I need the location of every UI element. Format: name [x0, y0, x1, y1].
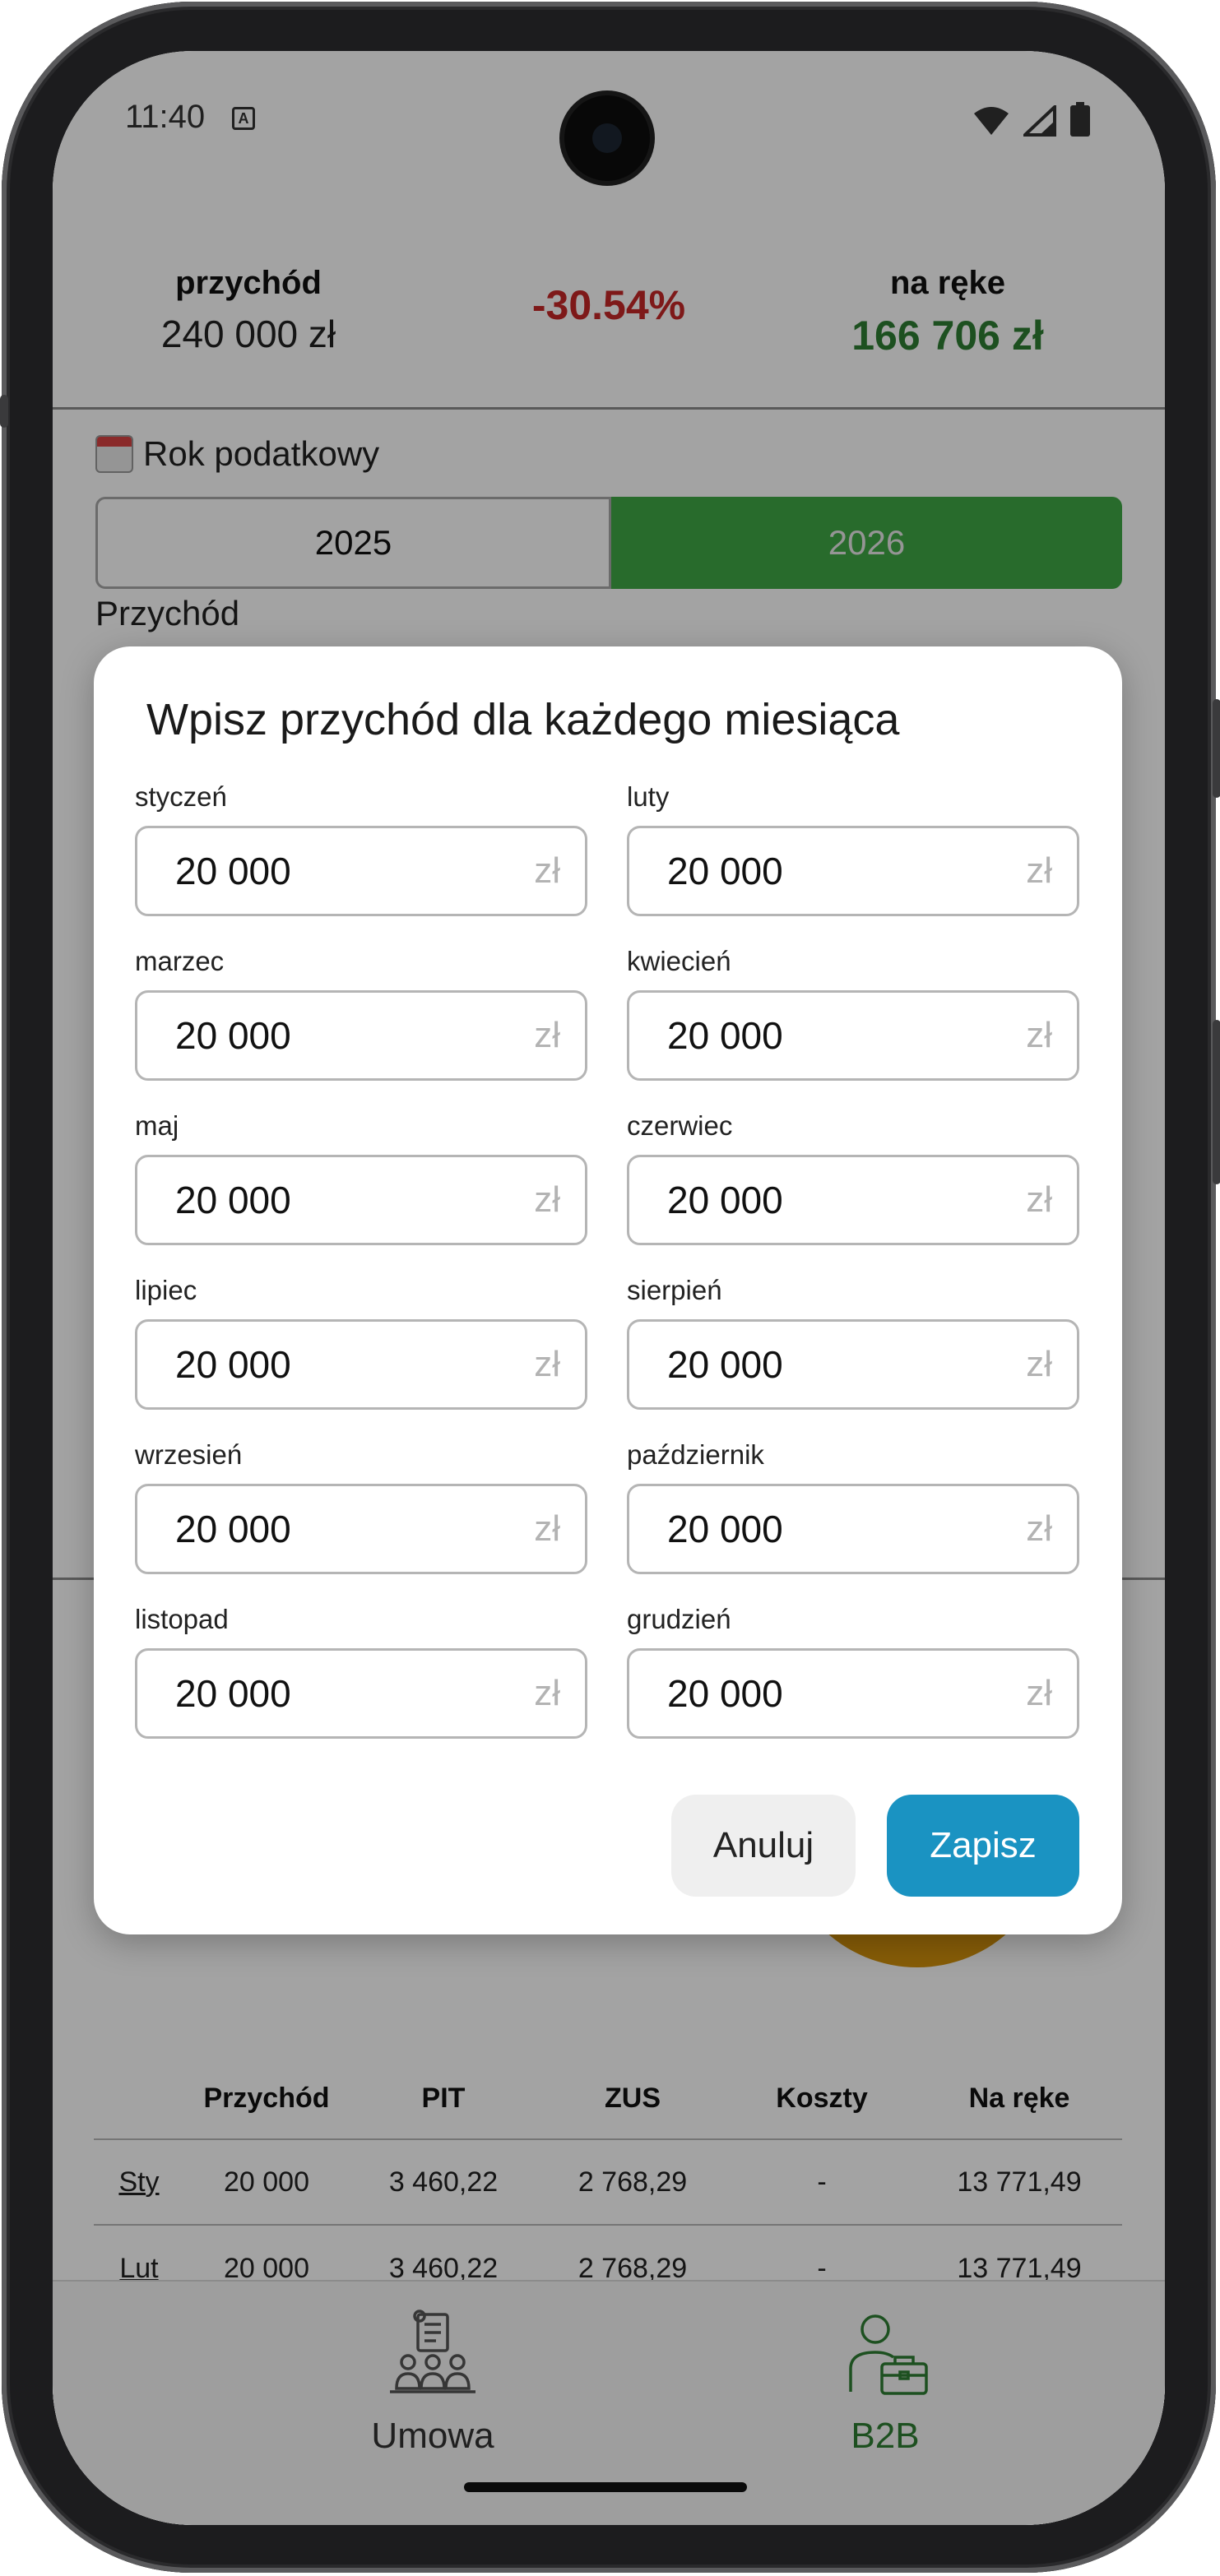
income-input-maj[interactable]: 20 000 zł	[135, 1155, 587, 1245]
field-styczen: styczeń 20 000 zł	[135, 781, 587, 916]
field-kwiecien: kwiecień 20 000 zł	[627, 946, 1079, 1081]
input-value: 20 000	[667, 1179, 783, 1221]
income-input-grudzien[interactable]: 20 000 zł	[627, 1648, 1079, 1739]
month-label: maj	[135, 1110, 179, 1141]
phone-screen: 11:40 A przychód 240 000 zł -30.54% na r…	[53, 51, 1165, 2525]
input-value: 20 000	[175, 1343, 291, 1386]
currency-suffix: zł	[534, 1344, 560, 1384]
currency-suffix: zł	[1026, 1673, 1052, 1713]
input-value: 20 000	[175, 850, 291, 892]
month-label: listopad	[135, 1604, 229, 1634]
field-grudzien: grudzień 20 000 zł	[627, 1604, 1079, 1739]
currency-suffix: zł	[1026, 1179, 1052, 1220]
income-input-sierpien[interactable]: 20 000 zł	[627, 1319, 1079, 1410]
month-label: styczeń	[135, 781, 227, 812]
field-luty: luty 20 000 zł	[627, 781, 1079, 916]
power-button	[1213, 1020, 1220, 1184]
field-maj: maj 20 000 zł	[135, 1110, 587, 1245]
save-button[interactable]: Zapisz	[887, 1795, 1079, 1897]
field-lipiec: lipiec 20 000 zł	[135, 1275, 587, 1410]
app-screen: 11:40 A przychód 240 000 zł -30.54% na r…	[53, 51, 1165, 2525]
currency-suffix: zł	[1026, 1344, 1052, 1384]
currency-suffix: zł	[1026, 1015, 1052, 1055]
input-value: 20 000	[175, 1179, 291, 1221]
field-wrzesien: wrzesień 20 000 zł	[135, 1439, 587, 1574]
input-value: 20 000	[667, 1014, 783, 1057]
input-value: 20 000	[175, 1014, 291, 1057]
input-value: 20 000	[175, 1508, 291, 1550]
currency-suffix: zł	[534, 1673, 560, 1713]
left-button	[0, 395, 8, 428]
cancel-button[interactable]: Anuluj	[671, 1795, 856, 1897]
input-value: 20 000	[667, 1672, 783, 1715]
currency-suffix: zł	[1026, 1508, 1052, 1549]
currency-suffix: zł	[1026, 850, 1052, 891]
input-value: 20 000	[175, 1672, 291, 1715]
income-input-kwiecien[interactable]: 20 000 zł	[627, 990, 1079, 1081]
month-label: luty	[627, 781, 670, 812]
month-label: marzec	[135, 946, 225, 976]
month-label: październik	[627, 1439, 764, 1470]
field-sierpien: sierpień 20 000 zł	[627, 1275, 1079, 1410]
income-input-listopad[interactable]: 20 000 zł	[135, 1648, 587, 1739]
income-input-czerwiec[interactable]: 20 000 zł	[627, 1155, 1079, 1245]
month-label: sierpień	[627, 1275, 722, 1305]
income-input-marzec[interactable]: 20 000 zł	[135, 990, 587, 1081]
income-input-pazdziernik[interactable]: 20 000 zł	[627, 1484, 1079, 1574]
input-value: 20 000	[667, 850, 783, 892]
field-pazdziernik: październik 20 000 zł	[627, 1439, 1079, 1574]
currency-suffix: zł	[534, 1508, 560, 1549]
currency-suffix: zł	[534, 850, 560, 891]
income-input-luty[interactable]: 20 000 zł	[627, 826, 1079, 916]
field-listopad: listopad 20 000 zł	[135, 1604, 587, 1739]
monthly-income-dialog: Wpisz przychód dla każdego miesiąca styc…	[94, 646, 1122, 1934]
input-value: 20 000	[667, 1508, 783, 1550]
dialog-title: Wpisz przychód dla każdego miesiąca	[146, 695, 900, 744]
month-label: grudzień	[627, 1604, 731, 1634]
month-label: lipiec	[135, 1275, 197, 1305]
field-czerwiec: czerwiec 20 000 zł	[627, 1110, 1079, 1245]
income-input-wrzesien[interactable]: 20 000 zł	[135, 1484, 587, 1574]
income-input-styczen[interactable]: 20 000 zł	[135, 826, 587, 916]
income-input-lipiec[interactable]: 20 000 zł	[135, 1319, 587, 1410]
currency-suffix: zł	[534, 1179, 560, 1220]
currency-suffix: zł	[534, 1015, 560, 1055]
month-label: kwiecień	[627, 946, 731, 976]
input-value: 20 000	[667, 1343, 783, 1386]
month-label: wrzesień	[135, 1439, 243, 1470]
field-marzec: marzec 20 000 zł	[135, 946, 587, 1081]
volume-button	[1213, 699, 1220, 798]
month-label: czerwiec	[627, 1110, 733, 1141]
